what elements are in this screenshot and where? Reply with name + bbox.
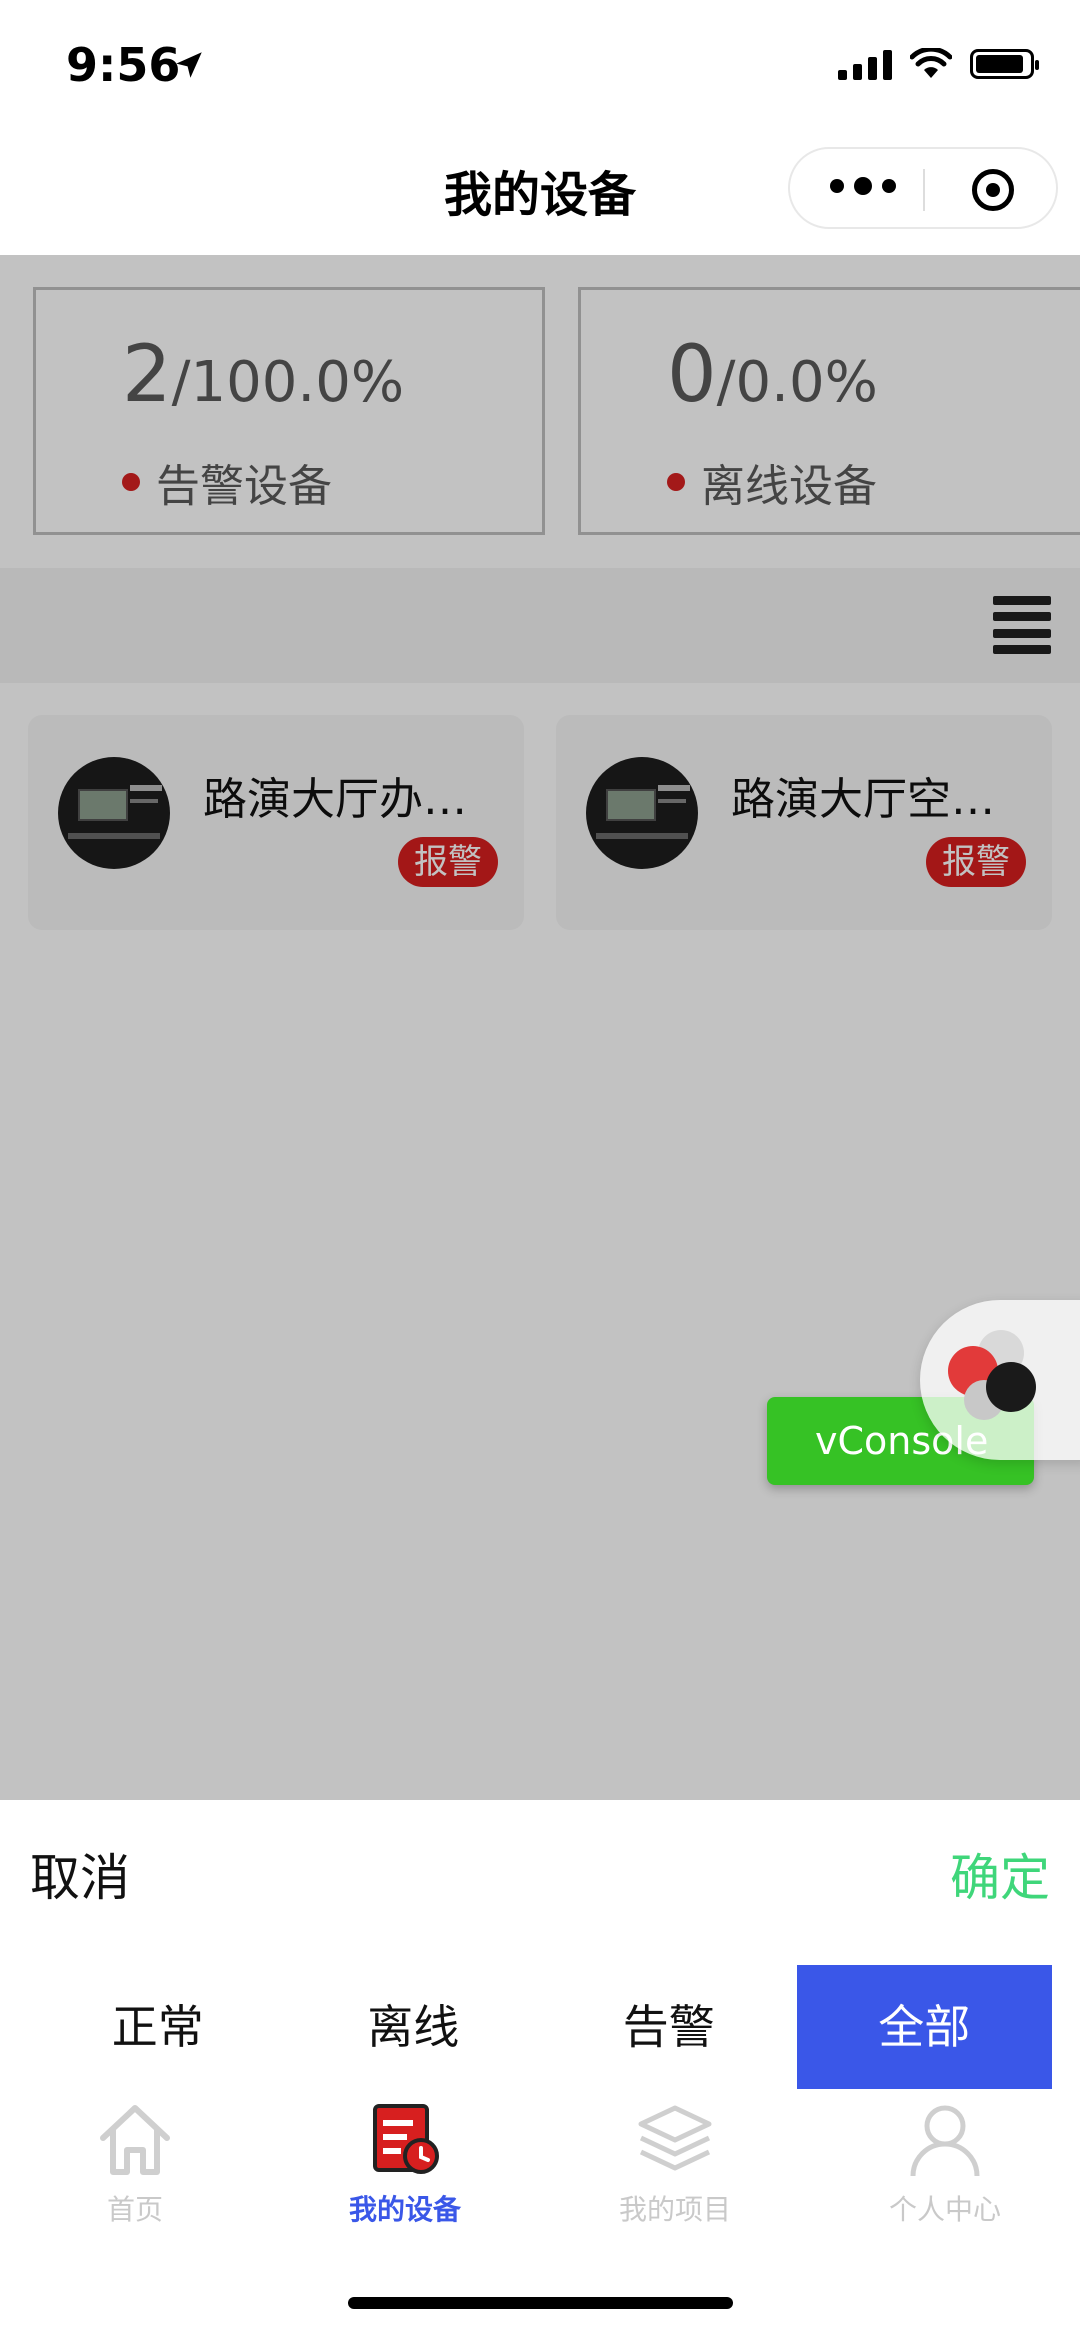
tab-my-projects[interactable]: 我的项目 <box>540 2100 810 2228</box>
offline-label-text: 离线设备 <box>701 461 877 512</box>
tab-label: 我的项目 <box>618 2193 731 2226</box>
tab-profile[interactable]: 个人中心 <box>810 2100 1080 2228</box>
cancel-button[interactable]: 取消 <box>30 1838 130 1910</box>
status-options: 正常 离线 告警 全部 <box>30 1965 1052 2089</box>
close-miniprogram-icon[interactable] <box>972 169 1014 211</box>
signal-icon <box>838 48 892 80</box>
layers-icon <box>638 2105 712 2171</box>
alarm-percent: /100.0% <box>171 350 405 415</box>
capsule-divider <box>923 169 925 211</box>
alarm-stat-card[interactable]: 2/100.0% 告警设备 <box>33 287 545 535</box>
alarm-badge: 报警 <box>398 837 498 887</box>
option-offline[interactable]: 离线 <box>286 1965 542 2089</box>
offline-percent: /0.0% <box>716 350 878 415</box>
device-name: 路演大厅办… <box>203 774 467 825</box>
user-icon <box>910 2105 980 2177</box>
battery-icon <box>970 49 1039 79</box>
alarm-label-text: 告警设备 <box>156 461 332 512</box>
red-dot-icon <box>122 473 140 491</box>
tab-label: 个人中心 <box>888 2193 1001 2226</box>
tab-home[interactable]: 首页 <box>0 2100 270 2228</box>
device-thumbnail <box>586 757 698 869</box>
device-thumbnail <box>58 757 170 869</box>
offline-count: 0 <box>667 330 717 420</box>
tab-label: 首页 <box>106 2193 163 2226</box>
device-card[interactable]: 路演大厅办… 报警 <box>28 715 524 930</box>
option-alarm[interactable]: 告警 <box>541 1965 797 2089</box>
tab-label: 我的设备 <box>348 2193 461 2226</box>
home-icon <box>100 2105 170 2175</box>
menu-icon[interactable] <box>993 596 1051 654</box>
alarm-stat-label: 告警设备 <box>122 450 332 514</box>
more-icon[interactable] <box>830 177 896 195</box>
option-all[interactable]: 全部 <box>796 1965 1052 2089</box>
status-time: 9:56 <box>66 38 181 92</box>
device-name: 路演大厅空… <box>731 774 995 825</box>
alarm-count: 2 <box>122 330 172 420</box>
tab-bar: 首页 我的设备 我的项目 个人中心 <box>0 2090 1080 2250</box>
status-bar: 9:56 <box>0 0 1080 125</box>
miniprogram-capsule <box>788 147 1058 229</box>
option-normal[interactable]: 正常 <box>30 1965 286 2089</box>
confirm-button[interactable]: 确定 <box>950 1838 1050 1910</box>
nav-bar: 我的设备 <box>0 125 1080 255</box>
tab-my-devices[interactable]: 我的设备 <box>270 2100 540 2228</box>
offline-stat-card[interactable]: 0/0.0% 离线设备 <box>578 287 1080 535</box>
home-indicator[interactable] <box>348 2297 733 2309</box>
device-card[interactable]: 路演大厅空… 报警 <box>556 715 1052 930</box>
offline-stat-label: 离线设备 <box>667 450 877 514</box>
page-content: 2/100.0% 告警设备 0/0.0% 离线设备 路演大厅办… 报警 路演大厅… <box>0 255 1080 1800</box>
device-icon <box>373 2104 439 2174</box>
location-arrow-icon <box>176 52 202 78</box>
red-dot-icon <box>667 473 685 491</box>
wifi-icon <box>910 48 952 78</box>
alarm-badge: 报警 <box>926 837 1026 887</box>
filter-bar <box>0 568 1080 683</box>
offline-stat-value: 0/0.0% <box>667 330 878 420</box>
floating-ball-icon[interactable] <box>920 1300 1080 1460</box>
alarm-stat-value: 2/100.0% <box>122 330 404 420</box>
status-icons <box>838 48 1039 80</box>
